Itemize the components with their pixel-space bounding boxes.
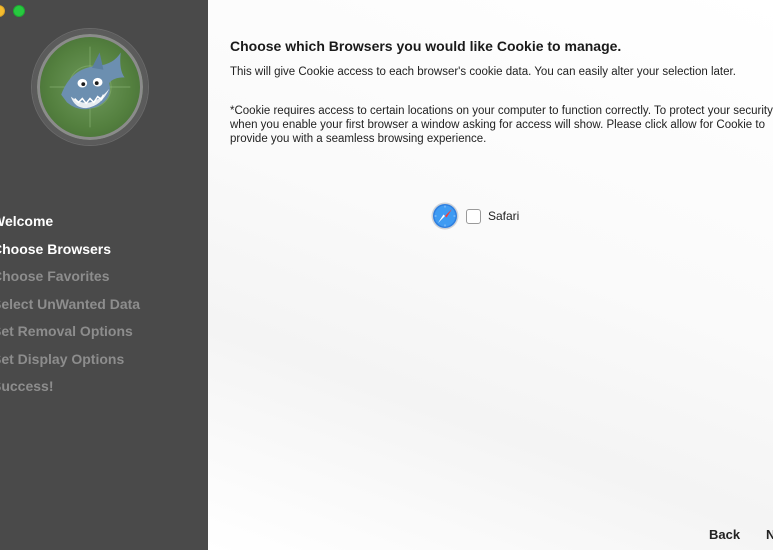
next-button[interactable]: N xyxy=(766,527,773,542)
browser-option-safari[interactable]: Safari xyxy=(431,202,519,230)
back-button[interactable]: Back xyxy=(709,527,740,542)
step-choose-favorites: Choose Favorites xyxy=(0,268,110,284)
access-notice-text: *Cookie requires access to certain locat… xyxy=(230,105,773,145)
step-welcome: Welcome xyxy=(0,213,54,229)
description-text: This will give Cookie access to each bro… xyxy=(230,66,736,78)
app-logo xyxy=(32,29,148,145)
safari-compass-icon xyxy=(431,202,459,230)
step-success: Success! xyxy=(0,378,54,394)
page-title: Choose which Browsers you would like Coo… xyxy=(230,38,622,54)
step-set-removal-options: Set Removal Options xyxy=(0,323,133,339)
sidebar: Welcome Choose Browsers Choose Favorites… xyxy=(0,0,208,550)
zoom-window-button[interactable] xyxy=(13,5,25,17)
safari-label: Safari xyxy=(488,209,520,223)
safari-checkbox[interactable] xyxy=(466,208,481,224)
step-set-display-options: Set Display Options xyxy=(0,350,125,367)
shark-radar-logo-icon xyxy=(49,46,131,128)
setup-steps: Welcome Choose Browsers Choose Favorites… xyxy=(0,210,140,403)
step-select-unwanted-data: Select UnWanted Data xyxy=(0,295,141,312)
minimize-window-button[interactable] xyxy=(0,5,5,17)
step-choose-browsers: Choose Browsers xyxy=(0,240,112,257)
window-controls xyxy=(0,5,25,17)
main-panel: Choose which Browsers you would like Coo… xyxy=(208,0,773,550)
